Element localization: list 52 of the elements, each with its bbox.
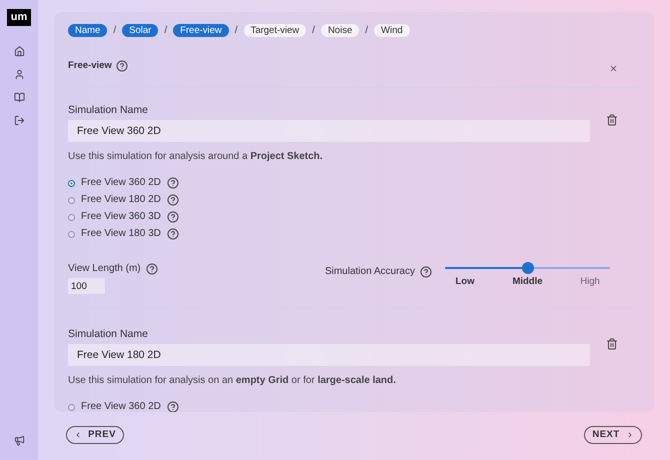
help-icon[interactable]	[166, 228, 179, 240]
description: Use this simulation for analysis around a Project Sketch.	[68, 150, 324, 164]
prev-button[interactable]: PREV	[66, 426, 124, 444]
home-icon[interactable]	[14, 46, 24, 57]
help-icon[interactable]	[116, 60, 128, 72]
help-icon[interactable]	[420, 266, 432, 278]
section-title: Free-view	[68, 60, 112, 72]
radio-button[interactable]	[68, 230, 75, 238]
trash-icon[interactable]	[606, 114, 618, 126]
breadcrumb-separator: /	[312, 24, 315, 38]
user-icon[interactable]	[14, 69, 24, 80]
slider-stop-label: Low	[454, 276, 476, 288]
option-label: Free View 360 3D	[81, 211, 161, 223]
field-label: Simulation Name	[68, 103, 149, 117]
close-icon[interactable]	[609, 64, 618, 73]
breadcrumb-separator: /	[234, 24, 238, 38]
option-label: Free View 180 2D	[81, 194, 161, 206]
breadcrumb-separator: /	[365, 24, 368, 38]
slider-track[interactable]	[445, 262, 610, 274]
book-icon[interactable]	[14, 92, 24, 103]
field-label: Simulation Name	[68, 327, 149, 341]
logo[interactable]: um	[7, 9, 31, 26]
help-icon[interactable]	[166, 211, 179, 223]
slider-stop-label: Middle	[511, 276, 544, 288]
megaphone-icon[interactable]	[14, 435, 24, 446]
breadcrumb-separator: /	[113, 24, 116, 38]
breadcrumb-step[interactable]: Name	[68, 24, 108, 37]
field-label: View Length (m)	[68, 262, 141, 275]
help-icon[interactable]	[166, 177, 179, 189]
help-icon[interactable]	[166, 194, 179, 206]
breadcrumb-step[interactable]: Free-view	[173, 24, 229, 37]
radio-button[interactable]	[68, 180, 75, 186]
breadcrumb-step[interactable]: Noise	[320, 24, 360, 37]
breadcrumb-step[interactable]: Wind	[374, 24, 410, 37]
next-button[interactable]: NEXT	[584, 426, 642, 444]
trash-icon[interactable]	[606, 338, 618, 350]
option-label: Free View 180 3D	[81, 228, 161, 240]
radio-button[interactable]	[68, 214, 75, 220]
slider-thumb[interactable]	[522, 262, 534, 274]
breadcrumb-separator: /	[164, 24, 168, 38]
radio-button[interactable]	[68, 404, 75, 410]
slider-stop-label: High	[579, 276, 601, 288]
option-label: Free View 360 2D	[81, 401, 161, 412]
breadcrumb-step[interactable]: Solar	[122, 24, 158, 37]
help-icon[interactable]	[146, 262, 158, 274]
radio-button[interactable]	[68, 196, 75, 204]
field-label: Simulation Accuracy	[324, 265, 415, 278]
description: Use this simulation for analysis on an empty Grid or for large-scale land.	[68, 374, 397, 388]
logout-icon[interactable]	[14, 115, 24, 126]
help-icon[interactable]	[166, 401, 179, 412]
breadcrumb-step[interactable]: Target-view	[244, 24, 306, 37]
option-label: Free View 360 2D	[81, 177, 161, 189]
